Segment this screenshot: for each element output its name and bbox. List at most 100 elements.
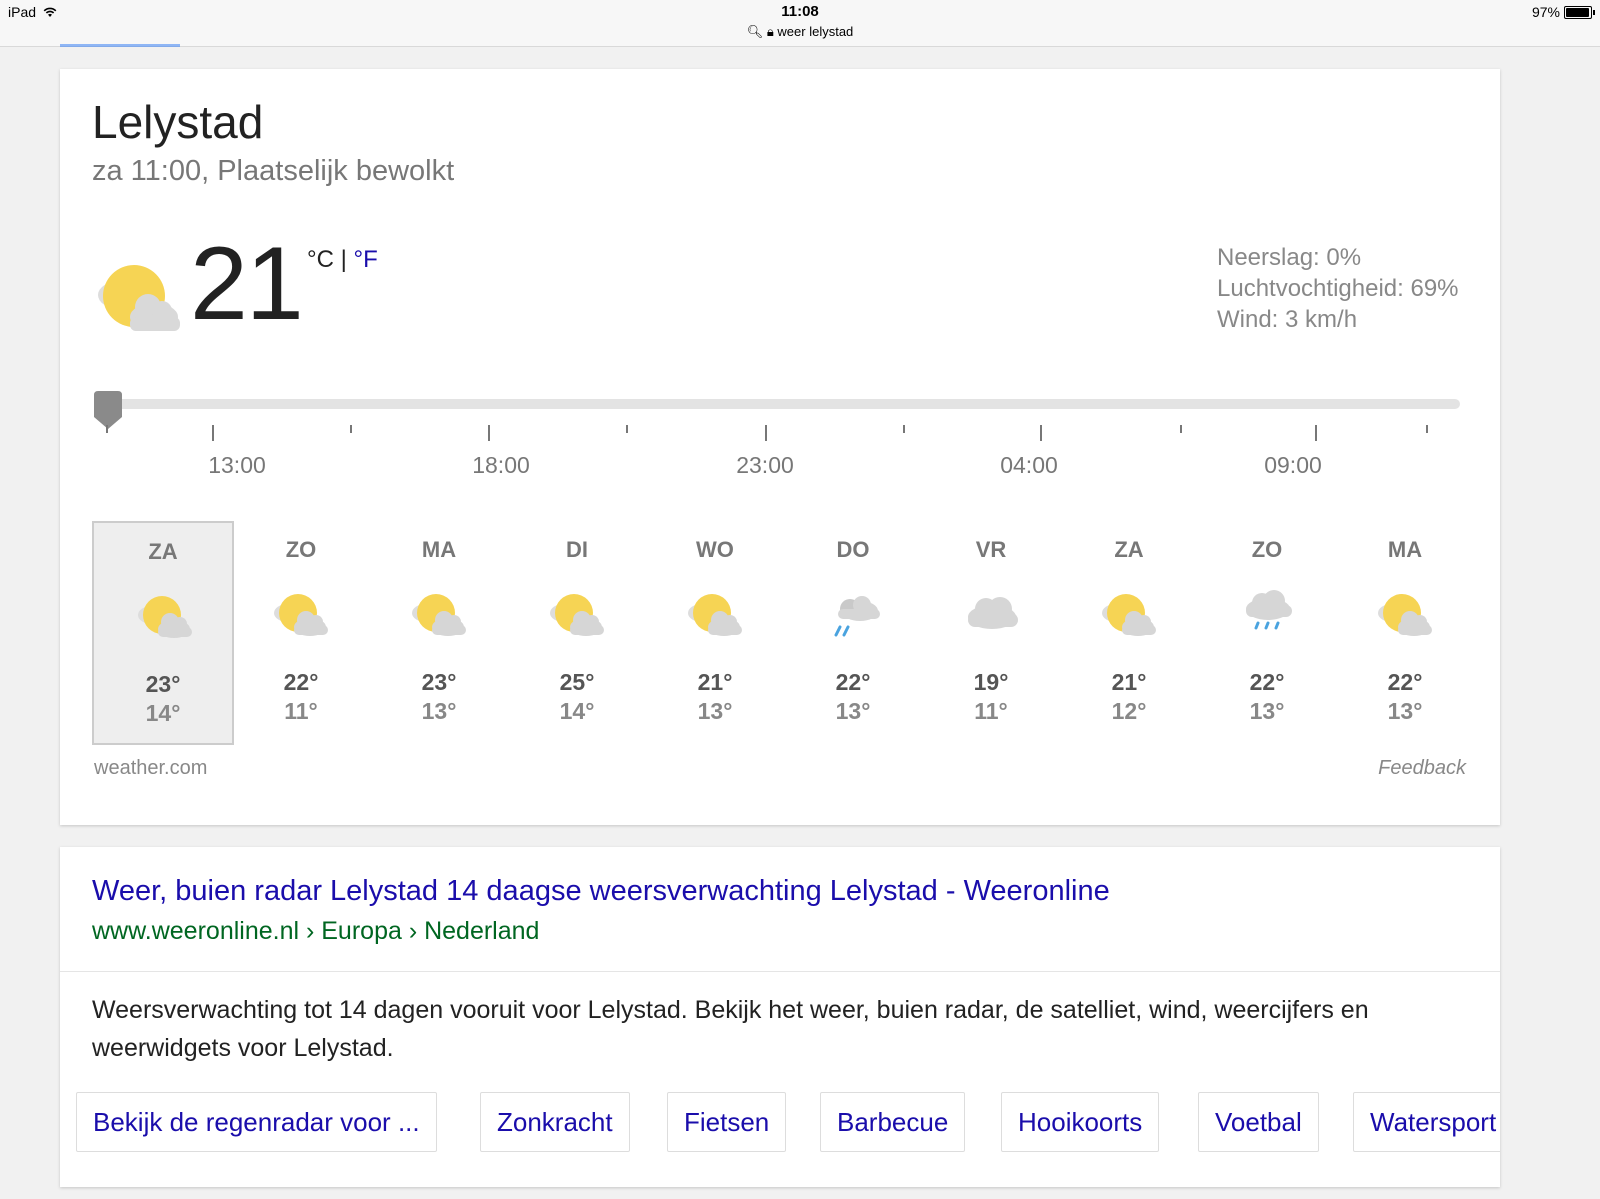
- day-low-temp: 13°: [697, 698, 733, 724]
- partly-cloudy-icon: [98, 265, 180, 331]
- condition-text: za 11:00, Plaatselijk bewolkt: [92, 155, 455, 187]
- timeline-track[interactable]: [104, 399, 1460, 409]
- timeline-tick: [1426, 425, 1428, 433]
- result-chips: Bekijk de regenradar voor ... Zonkracht Fi…: [76, 1092, 1500, 1154]
- result-chip[interactable]: Watersport: [1353, 1092, 1500, 1152]
- page-load-progress: [60, 44, 180, 47]
- partly-cloudy-icon: [1102, 594, 1156, 636]
- day-low-temp: 13°: [1387, 698, 1423, 724]
- address-text: weer lelystad: [777, 24, 854, 39]
- forecast-day[interactable]: MA 23° 13°: [368, 521, 510, 745]
- result-chip[interactable]: Voetbal: [1198, 1092, 1319, 1152]
- result-chip[interactable]: Bekijk de regenradar voor ...: [76, 1092, 437, 1152]
- search-result-card: Weer, buien radar Lelystad 14 daagse wee…: [60, 847, 1500, 1187]
- weather-details: Neerslag: 0% Luchtvochtigheid: 69% Wind:…: [1217, 242, 1459, 335]
- forecast-day[interactable]: ZA 23° 14°: [92, 521, 234, 745]
- timeline-tick: [765, 425, 767, 441]
- unit-separator: |: [340, 246, 347, 273]
- result-chip[interactable]: Barbecue: [820, 1092, 966, 1152]
- day-high-temp: 22°: [1249, 669, 1285, 695]
- status-right: 97%: [1531, 4, 1595, 20]
- timeline-tick: [488, 425, 490, 441]
- partly-cloudy-icon: [550, 594, 604, 636]
- result-title-link[interactable]: Weer, buien radar Lelystad 14 daagse wee…: [92, 875, 1110, 908]
- humidity: Luchtvochtigheid: 69%: [1217, 275, 1459, 302]
- day-low-temp: 11°: [974, 698, 1008, 724]
- unit-toggle: °C | °F: [307, 246, 378, 274]
- timeline-tick: [903, 425, 905, 433]
- day-name: VR: [975, 537, 1007, 562]
- day-high-temp: 25°: [559, 669, 595, 695]
- forecast-day[interactable]: ZO 22° 13°: [1196, 521, 1338, 745]
- forecast-day[interactable]: ZA 21° 12°: [1058, 521, 1200, 745]
- day-name: DI: [566, 537, 588, 562]
- day-name: MA: [1387, 537, 1423, 562]
- result-chip[interactable]: Fietsen: [667, 1092, 787, 1152]
- day-low-temp: 13°: [421, 698, 457, 724]
- unit-fahrenheit-link[interactable]: °F: [354, 246, 378, 273]
- feedback-link[interactable]: Feedback: [1378, 757, 1466, 780]
- timeline-tick: [1040, 425, 1042, 441]
- forecast-day[interactable]: VR 19° 11°: [920, 521, 1062, 745]
- day-name: ZA: [148, 539, 178, 564]
- rain-showers-icon: [834, 596, 880, 637]
- forecast-day[interactable]: DI 25° 14°: [506, 521, 648, 745]
- timeline-label: 04:00: [1000, 452, 1058, 478]
- partly-cloudy-icon: [412, 594, 466, 636]
- day-low-temp: 11°: [284, 698, 318, 724]
- timeline-slider-handle[interactable]: [92, 391, 124, 431]
- divider: [60, 971, 1500, 972]
- timeline-tick: [626, 425, 628, 433]
- day-name: WO: [696, 537, 734, 562]
- day-name: ZO: [285, 537, 317, 562]
- forecast-day[interactable]: DO 22° 13°: [782, 521, 924, 745]
- day-name: DO: [836, 537, 870, 562]
- day-name: ZA: [1114, 537, 1144, 562]
- rain-icon: [1246, 590, 1292, 630]
- day-high-temp: 23°: [421, 669, 457, 695]
- day-high-temp: 22°: [835, 669, 871, 695]
- timeline-tick: [212, 425, 214, 441]
- partly-cloudy-icon: [688, 594, 742, 636]
- lock-icon: 🔒︎: [766, 24, 774, 39]
- timeline-tick: [350, 425, 352, 433]
- weather-card: Lelystad za 11:00, Plaatselijk bewolkt 2…: [60, 69, 1500, 825]
- timeline-label: 13:00: [208, 452, 266, 478]
- source-link[interactable]: weather.com: [94, 757, 207, 780]
- day-name: MA: [421, 537, 457, 562]
- day-low-temp: 12°: [1111, 698, 1147, 724]
- precipitation: Neerslag: 0%: [1217, 244, 1362, 271]
- status-time: 11:08: [781, 3, 819, 20]
- day-low-temp: 14°: [559, 698, 595, 724]
- timeline-tick: [1315, 425, 1317, 441]
- current-temperature: 21: [190, 226, 304, 342]
- day-name: ZO: [1251, 537, 1283, 562]
- day-high-temp: 22°: [1387, 669, 1423, 695]
- day-high-temp: 19°: [973, 669, 1009, 695]
- timeline-label: 09:00: [1264, 452, 1322, 478]
- partly-cloudy-icon: [1378, 594, 1432, 636]
- timeline-label: 23:00: [736, 452, 794, 478]
- timeline-label: 18:00: [472, 452, 530, 478]
- day-high-temp: 23°: [145, 671, 181, 697]
- result-chip[interactable]: Zonkracht: [480, 1092, 630, 1152]
- forecast-day[interactable]: ZO 22° 11°: [230, 521, 372, 745]
- unit-celsius: °C: [307, 246, 334, 273]
- status-bar: iPad 11:08 🔍︎ 🔒︎ weer lelystad 97%: [0, 0, 1600, 47]
- day-low-temp: 13°: [1249, 698, 1285, 724]
- battery-percent: 97%: [1531, 4, 1560, 20]
- day-high-temp: 21°: [697, 669, 733, 695]
- cloudy-icon: [968, 597, 1018, 629]
- address-bar[interactable]: 🔍︎ 🔒︎ weer lelystad: [0, 24, 1600, 40]
- forecast-day[interactable]: MA 22° 13°: [1334, 521, 1476, 745]
- result-chip[interactable]: Hooikoorts: [1001, 1092, 1160, 1152]
- day-low-temp: 13°: [835, 698, 871, 724]
- day-low-temp: 14°: [145, 700, 181, 726]
- battery-fill: [1566, 7, 1590, 17]
- wind: Wind: 3 km/h: [1217, 306, 1358, 333]
- search-icon: 🔍︎: [746, 24, 764, 39]
- forecast-day[interactable]: WO 21° 13°: [644, 521, 786, 745]
- day-high-temp: 22°: [283, 669, 319, 695]
- battery-icon: [1564, 5, 1595, 19]
- timeline-tick: [106, 425, 108, 433]
